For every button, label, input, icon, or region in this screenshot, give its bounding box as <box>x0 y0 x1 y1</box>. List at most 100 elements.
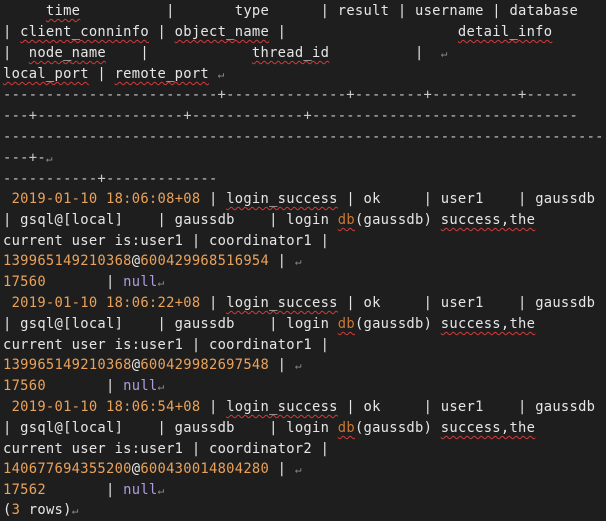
row-2-date: 2019-01-10 <box>11 295 98 311</box>
row-1-thread-b: 600429968516954 <box>140 253 270 269</box>
col-thread-id: thread_id <box>251 45 330 61</box>
header-line-4: local_port | remote_port ↵ <box>3 66 225 82</box>
row-3-detail-mid: (gaussdb) <box>354 420 433 436</box>
return-icon: ↵ <box>157 484 165 497</box>
col-result: result <box>337 3 390 19</box>
row-1-remote-port: null <box>123 274 158 290</box>
row-1-line-3: current user is:user1 | coordinator1 | <box>3 233 330 249</box>
row-3-username: user1 <box>440 399 484 415</box>
row-2-detail-pre: login <box>286 316 330 332</box>
row-2-detail-post: success,the <box>440 316 536 332</box>
return-icon: ↵ <box>45 152 53 165</box>
row-1-result: ok <box>363 191 381 207</box>
row-2-line-4: 139965149210368@600429982697548 | ↵ <box>3 357 302 373</box>
return-icon: ↵ <box>294 359 302 372</box>
row-3-line-3: current user is:user1 | coordinator2 | <box>3 441 330 457</box>
row-1-detail-pre: login <box>286 212 330 228</box>
separator-line-4: ---+-↵ <box>3 148 53 169</box>
header-line-1: time | type | result | username | databa… <box>45 3 579 19</box>
return-icon: ↵ <box>217 68 225 81</box>
row-1-date: 2019-01-10 <box>11 191 98 207</box>
row-1-type: login_success <box>226 191 338 207</box>
row-1-clock: 18:06:08 <box>106 191 175 207</box>
row-1-node: coordinator1 <box>208 233 312 249</box>
row-2-detail-db: db <box>337 316 355 332</box>
row-3-type: login_success <box>226 399 338 415</box>
row-1-line-5: 17560 | null↵ <box>3 274 165 290</box>
row-2-object: gaussdb <box>174 316 235 332</box>
row-3-remote-port: null <box>123 482 158 498</box>
row-3-offset: +08 <box>174 399 201 415</box>
row-1-detail-tail: current user is:user1 <box>3 233 184 249</box>
row-3-client: gsql@[local] <box>20 420 124 436</box>
footer-word: rows) <box>28 502 72 518</box>
col-time: time <box>45 3 81 19</box>
row-2-local-port: 17560 <box>3 378 46 394</box>
row-3-object: gaussdb <box>174 420 235 436</box>
row-3-result: ok <box>363 399 381 415</box>
row-1-detail-mid: (gaussdb) <box>354 212 433 228</box>
row-1-detail-post: success,the <box>440 212 536 228</box>
row-3-detail-pre: login <box>286 420 330 436</box>
row-3-local-port: 17562 <box>3 482 46 498</box>
row-1-line-1: 2019-01-10 18:06:08+08 | login_success |… <box>11 191 596 207</box>
row-1-thread-a: 139965149210368 <box>3 253 132 269</box>
row-2-detail-tail: current user is:user1 <box>3 337 184 353</box>
separator-line-5: -----------+------------- <box>3 171 218 187</box>
row-2-line-1: 2019-01-10 18:06:22+08 | login_success |… <box>11 295 596 311</box>
col-node-name: node_name <box>28 45 106 61</box>
row-2-line-5: 17560 | null↵ <box>3 378 165 394</box>
row-2-client: gsql@[local] <box>20 316 124 332</box>
row-3-thread-b: 600430014804280 <box>140 461 270 477</box>
return-icon: ↵ <box>294 255 302 268</box>
col-client-conninfo: client_conninfo <box>20 24 149 40</box>
separator-line-1: -------------------------+--------------… <box>3 87 579 103</box>
col-type: type <box>234 3 270 19</box>
return-icon: ↵ <box>157 276 165 289</box>
row-2-node: coordinator1 <box>208 337 312 353</box>
row-3-detail-post: success,the <box>440 420 536 436</box>
row-3-date: 2019-01-10 <box>11 399 98 415</box>
col-local-port: local_port <box>3 66 89 82</box>
separator-line-3: ----------------------------------------… <box>3 129 604 145</box>
row-2-detail-mid: (gaussdb) <box>354 316 433 332</box>
header-line-3: | node_name | thread_id | ↵ <box>3 45 448 61</box>
row-3-clock: 18:06:54 <box>106 399 175 415</box>
return-icon: ↵ <box>157 380 165 393</box>
row-3-detail-tail: current user is:user1 <box>3 441 184 457</box>
row-2-thread-b: 600429982697548 <box>140 357 270 373</box>
row-1-line-2: | gsql@[local] | gaussdb | login db(gaus… <box>3 212 536 228</box>
row-1-local-port: 17560 <box>3 274 46 290</box>
row-3-line-2: | gsql@[local] | gaussdb | login db(gaus… <box>3 420 536 436</box>
row-2-remote-port: null <box>123 378 158 394</box>
row-3-line-5: 17562 | null↵ <box>3 482 165 498</box>
separator-line-2: ---+-----------------+-------------+----… <box>3 108 579 124</box>
row-2-line-2: | gsql@[local] | gaussdb | login db(gaus… <box>3 316 536 332</box>
col-database: database <box>509 3 579 19</box>
row-2-username: user1 <box>440 295 484 311</box>
header-line-2: | client_conninfo | object_name | detail… <box>3 24 553 40</box>
row-2-database: gaussdb <box>535 295 596 311</box>
row-2-offset: +08 <box>174 295 201 311</box>
row-1-username: user1 <box>440 191 484 207</box>
row-1-offset: +08 <box>174 191 201 207</box>
col-object-name: object_name <box>174 24 270 40</box>
row-1-database: gaussdb <box>535 191 596 207</box>
row-2-clock: 18:06:22 <box>106 295 175 311</box>
terminal-output: time | type | result | username | databa… <box>0 0 606 520</box>
separator-text: ---+- <box>3 150 46 166</box>
return-icon: ↵ <box>71 504 79 517</box>
row-3-line-4: 140677694355200@600430014804280 | ↵ <box>3 461 302 477</box>
col-username: username <box>415 3 484 19</box>
row-3-node: coordinator2 <box>208 441 312 457</box>
row-2-thread-a: 139965149210368 <box>3 357 132 373</box>
return-icon: ↵ <box>294 463 302 476</box>
row-2-type: login_success <box>226 295 338 311</box>
row-1-line-4: 139965149210368@600429968516954 | ↵ <box>3 253 302 269</box>
row-1-object: gaussdb <box>174 212 235 228</box>
return-icon: ↵ <box>440 47 448 60</box>
col-detail-info: detail_info <box>457 24 553 40</box>
row-3-line-1: 2019-01-10 18:06:54+08 | login_success |… <box>11 399 596 415</box>
row-2-line-3: current user is:user1 | coordinator1 | <box>3 337 330 353</box>
row-1-client: gsql@[local] <box>20 212 124 228</box>
